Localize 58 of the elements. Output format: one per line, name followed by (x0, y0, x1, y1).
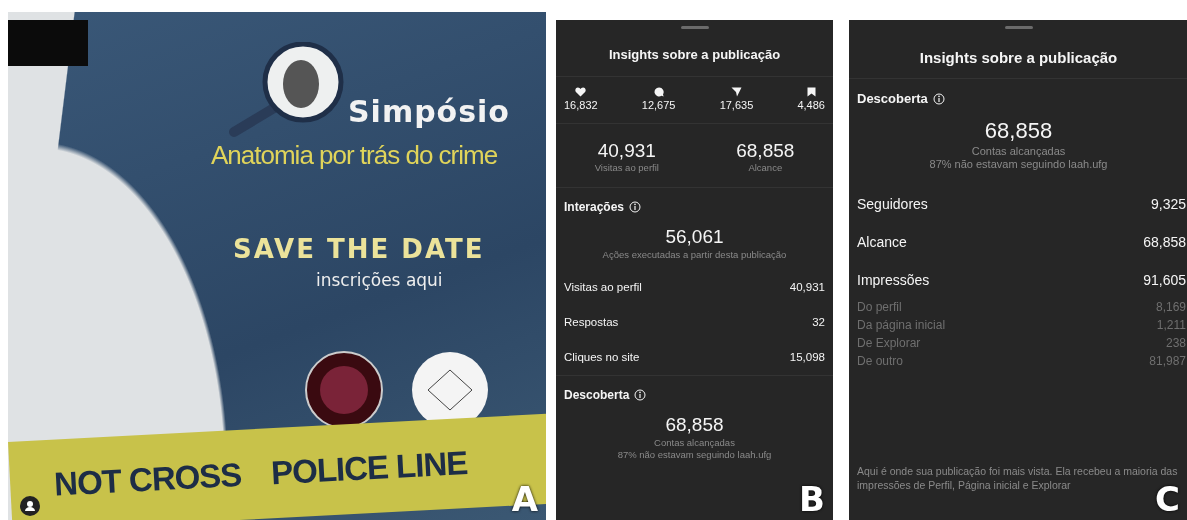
metric-value: 68,858 (736, 140, 795, 162)
row-value: 8,169 (1155, 300, 1186, 314)
row-value: 81,987 (1149, 354, 1186, 368)
metric-note: 87% não estavam seguindo laah.ufg (617, 449, 772, 460)
poster-title: Simpósio (348, 94, 510, 129)
metric-caption: Contas alcançadas (654, 437, 735, 448)
row-label: Seguidores (857, 196, 928, 212)
info-icon[interactable] (634, 389, 647, 401)
user-icon[interactable] (20, 496, 40, 516)
metric-value: 68,858 (665, 414, 724, 436)
tape-text: NOT CROSS (53, 456, 243, 503)
bookmark-icon (806, 87, 816, 97)
row-label: Impressões (857, 272, 930, 288)
stat-count: 4,486 (797, 99, 825, 111)
metric-value: 56,061 (665, 226, 724, 248)
row-label: De outro (857, 354, 904, 368)
drag-handle[interactable] (680, 26, 709, 29)
metric-value: 68,858 (984, 118, 1053, 144)
paper-plane-icon (730, 87, 742, 97)
row-value: 9,325 (1150, 196, 1186, 212)
drag-handle[interactable] (1004, 26, 1033, 29)
row-value: 40,931 (789, 281, 825, 293)
metric-caption: Contas alcançadas (971, 145, 1066, 157)
row-value: 1,211 (1156, 318, 1186, 332)
metric-caption: Ações executadas a partir desta publicação (602, 249, 787, 260)
row-label: De Explorar (857, 336, 921, 350)
sheet-title: Insights sobre a publicação (556, 29, 833, 77)
section-heading: Descoberta (564, 388, 630, 402)
section-heading: Descoberta (857, 91, 928, 106)
row-label: Alcance (857, 234, 907, 250)
row-label: Do perfil (857, 300, 902, 314)
stat-count: 12,675 (641, 99, 676, 111)
row-value: 68,858 (1143, 234, 1186, 250)
section-heading: Interações (564, 200, 625, 214)
sheet-title: Insights sobre a publicação (849, 29, 1187, 79)
row-value: 238 (1165, 336, 1186, 350)
row-label: Cliques no site (564, 351, 640, 363)
info-icon[interactable] (932, 92, 945, 105)
stat-count: 16,832 (564, 99, 598, 111)
save-the-date-text: SAVE THE DATE (233, 234, 485, 264)
heart-icon (575, 87, 587, 97)
row-label: Respostas (564, 316, 619, 328)
metric-label: Visitas ao perfil (594, 162, 659, 173)
panel-label: B (799, 482, 825, 516)
metric-note: 87% não estavam seguindo laah.ufg (929, 158, 1108, 170)
speech-bubble-icon (653, 87, 664, 97)
metric-value: 40,931 (597, 140, 656, 162)
registration-text: inscrições aqui (316, 270, 443, 290)
row-value: 15,098 (789, 351, 825, 363)
poster-subtitle: Anatomia por trás do crime (211, 140, 498, 171)
row-label: Visitas ao perfil (564, 281, 642, 293)
row-value: 32 (812, 316, 825, 328)
row-label: Da página inicial (857, 318, 946, 332)
row-value: 91,605 (1143, 272, 1186, 288)
metric-label: Alcance (748, 162, 783, 173)
stat-count: 17,635 (719, 99, 754, 111)
info-icon[interactable] (629, 201, 642, 213)
tape-text: POLICE LINE (270, 444, 469, 492)
